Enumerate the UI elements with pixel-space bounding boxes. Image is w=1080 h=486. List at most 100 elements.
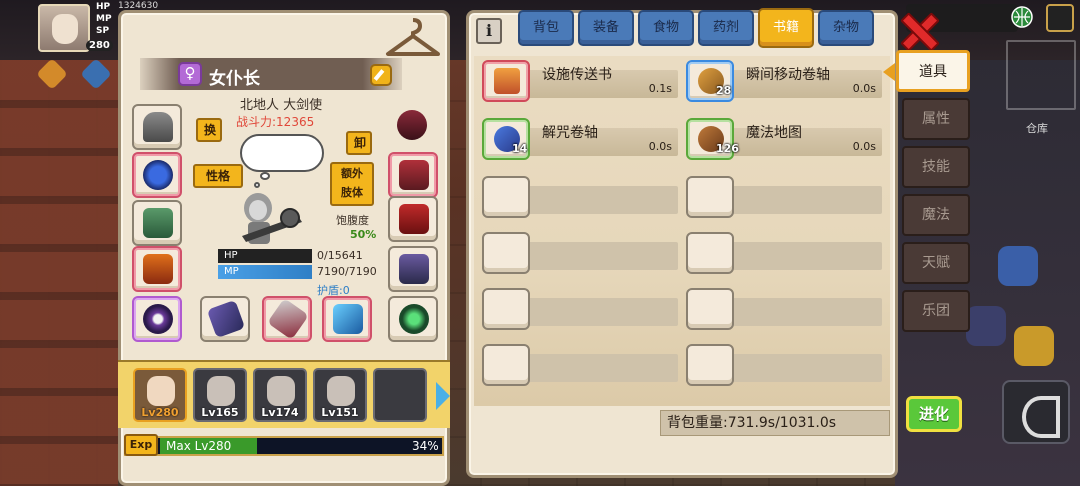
item-count: 28 [716, 84, 732, 97]
party-member-face [327, 376, 355, 406]
tab-bag[interactable]: 背包 [518, 10, 574, 46]
network-icon [1011, 6, 1033, 28]
side-tab-band[interactable]: 乐团 [902, 290, 970, 332]
hero-mp-row: MP [96, 14, 116, 24]
tab-food[interactable]: 食物 [638, 10, 694, 46]
cape-icon [143, 208, 173, 238]
equip-slot-waist[interactable] [388, 196, 438, 242]
party-member-face [267, 376, 295, 406]
rename-icon[interactable] [370, 64, 392, 86]
emerald-ring-icon [399, 304, 429, 334]
evolve-button[interactable]: 进化 [906, 396, 962, 432]
party-member[interactable]: Lv165 [193, 368, 247, 422]
inventory-empty-slot[interactable] [686, 232, 882, 274]
side-tab-attributes[interactable]: 属性 [902, 98, 970, 140]
facility-teleport-book-icon [494, 68, 520, 94]
hero-avatar[interactable] [38, 4, 90, 52]
party-member[interactable]: Lv280 [133, 368, 187, 422]
boots-icon [399, 254, 429, 284]
inventory-empty-slot[interactable] [482, 176, 678, 218]
exp-text: Max Lv280 [166, 439, 232, 453]
extra-limb-button[interactable]: 额外 肢体 [330, 162, 374, 206]
side-tab-magic[interactable]: 魔法 [902, 194, 970, 236]
inventory-empty-slot[interactable] [686, 176, 882, 218]
close-icon[interactable] [900, 12, 936, 48]
inventory-empty-slot[interactable] [482, 288, 678, 330]
item-slot [686, 344, 734, 386]
side-tab-skills[interactable]: 技能 [902, 146, 970, 188]
equip-slot-weapon-3[interactable] [322, 296, 372, 342]
equip-slot-weapon-2[interactable] [262, 296, 312, 342]
tab-potion[interactable]: 药剂 [698, 10, 754, 46]
hp-bar-label: HP [224, 250, 238, 261]
party-member-face [207, 376, 235, 406]
item-time: 0.0s [648, 140, 672, 153]
side-tab-talents[interactable]: 天赋 [902, 242, 970, 284]
equip-slot-body[interactable] [132, 246, 182, 292]
equip-slot-hands[interactable] [388, 152, 438, 198]
hp-tag: HP [96, 2, 111, 12]
swap-button[interactable]: 换 [196, 118, 222, 142]
hp-text: 0/15641 [317, 249, 363, 262]
item-name: 解咒卷轴 [542, 125, 598, 141]
exp-percent: 34% [412, 439, 439, 453]
item-slot [686, 288, 734, 330]
unequip-button[interactable]: 卸 [346, 131, 372, 155]
item-count: 14 [512, 142, 528, 155]
fish-weapon-icon [333, 304, 363, 334]
portal-icon[interactable] [998, 246, 1038, 286]
inventory-empty-slot[interactable] [482, 344, 678, 386]
item-name: 瞬间移动卷轴 [746, 67, 830, 83]
trinket-icon [397, 110, 427, 140]
side-tab-items[interactable]: 道具 [883, 50, 970, 92]
character-sprite [242, 193, 302, 244]
trait-button[interactable]: 性格 [193, 164, 243, 188]
item-slot [482, 288, 530, 330]
equip-slot-weapon-1[interactable] [200, 296, 250, 342]
world-brick-wall [0, 60, 118, 486]
item-time: 0.1s [648, 82, 672, 95]
party-member-face [147, 376, 175, 406]
party-member-level: Lv165 [201, 406, 239, 419]
equip-slot-ring-right[interactable] [388, 296, 438, 342]
exit-icon[interactable] [1046, 4, 1074, 32]
party-member[interactable]: Lv174 [253, 368, 307, 422]
knight-icon[interactable] [1014, 326, 1054, 366]
sword-icon [267, 298, 309, 340]
info-icon[interactable]: i [476, 18, 502, 44]
mp-tag: MP [96, 14, 112, 24]
equip-slot-feet[interactable] [388, 246, 438, 292]
hanger-icon[interactable] [384, 16, 442, 60]
item-count: 126 [716, 142, 739, 155]
party-next-arrow-icon[interactable] [436, 382, 450, 410]
inventory-item[interactable]: 126 魔法地图 0.0s [686, 118, 882, 160]
equip-slot-trinket[interactable] [388, 104, 438, 150]
belt-icon [399, 204, 429, 234]
inventory-empty-slot[interactable] [482, 232, 678, 274]
equip-slot-back[interactable] [132, 200, 182, 246]
warehouse-label[interactable]: 仓库 [1026, 120, 1048, 136]
inventory-item[interactable]: 28 瞬间移动卷轴 0.0s [686, 60, 882, 102]
equip-slot-head[interactable] [132, 104, 182, 150]
inventory-item[interactable]: 设施传送书 0.1s [482, 60, 678, 102]
equip-slot-ring-left[interactable] [132, 296, 182, 342]
party-member[interactable]: Lv151 [313, 368, 367, 422]
hero-face [52, 14, 78, 44]
hero-level-badge: 280 [86, 40, 113, 51]
inventory-item[interactable]: 14 解咒卷轴 0.0s [482, 118, 678, 160]
tab-books[interactable]: 书籍 [758, 8, 814, 48]
inventory-empty-slot[interactable] [686, 288, 882, 330]
ring-icon [143, 304, 173, 334]
skill-tree-icon[interactable] [1002, 380, 1070, 444]
thought-dot [260, 172, 270, 180]
equip-slot-neck[interactable] [132, 152, 182, 198]
hero-sp-row: SP [96, 26, 116, 36]
thought-bubble [240, 134, 324, 188]
minimap-icon[interactable] [1006, 40, 1076, 110]
gear-icon[interactable] [966, 306, 1006, 346]
party-member-empty-slot[interactable] [373, 368, 427, 422]
tab-misc[interactable]: 杂物 [818, 10, 874, 46]
inventory-empty-slot[interactable] [686, 344, 882, 386]
tab-equipment[interactable]: 装备 [578, 10, 634, 46]
mp-bar: MP [218, 265, 312, 279]
